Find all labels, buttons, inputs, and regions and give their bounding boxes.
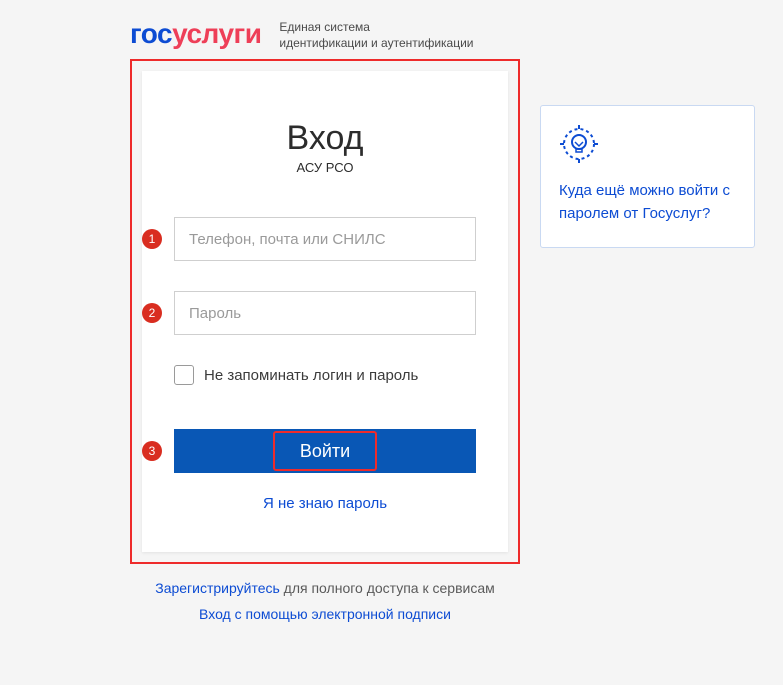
login-title: Вход [174, 119, 476, 158]
annotation-frame: Вход АСУ РСО 1 2 Не запоминать логин и п… [130, 59, 520, 564]
forgot-password-link[interactable]: Я не знаю пароль [174, 495, 476, 512]
side-info-card: Куда ещё можно войти с паролем от Госусл… [540, 105, 755, 248]
remember-label: Не запоминать логин и пароль [204, 367, 418, 384]
logo-part-red: услуги [172, 18, 261, 49]
lightbulb-icon [559, 124, 599, 164]
tagline-line1: Единая система [279, 20, 473, 36]
gosuslugi-logo: госуслуги [130, 18, 261, 50]
register-line: Зарегистрируйтесь для полного доступа к … [130, 580, 520, 596]
annotation-marker-1: 1 [142, 229, 162, 249]
header: госуслуги Единая система идентификации и… [130, 18, 520, 51]
footer: Зарегистрируйтесь для полного доступа к … [130, 580, 520, 624]
username-row: 1 [174, 217, 476, 261]
tagline-line2: идентификации и аутентификации [279, 36, 473, 52]
register-rest-text: для полного доступа к сервисам [280, 580, 495, 596]
submit-button[interactable]: Войти [174, 429, 476, 473]
register-link[interactable]: Зарегистрируйтесь [155, 580, 280, 596]
signature-login-link[interactable]: Вход с помощью электронной подписи [199, 606, 451, 622]
remember-row: Не запоминать логин и пароль [174, 365, 476, 385]
password-row: 2 [174, 291, 476, 335]
login-subtitle: АСУ РСО [174, 160, 476, 175]
password-input[interactable] [174, 291, 476, 335]
tagline: Единая система идентификации и аутентифи… [279, 20, 473, 51]
logo-part-blue: гос [130, 18, 172, 49]
submit-row: 3 Войти [174, 429, 476, 473]
signature-line: Вход с помощью электронной подписи [130, 606, 520, 624]
login-card: Вход АСУ РСО 1 2 Не запоминать логин и п… [142, 71, 508, 552]
username-input[interactable] [174, 217, 476, 261]
side-info-link[interactable]: Куда ещё можно войти с паролем от Госусл… [559, 182, 730, 222]
annotation-marker-3: 3 [142, 441, 162, 461]
annotation-marker-2: 2 [142, 303, 162, 323]
remember-checkbox[interactable] [174, 365, 194, 385]
